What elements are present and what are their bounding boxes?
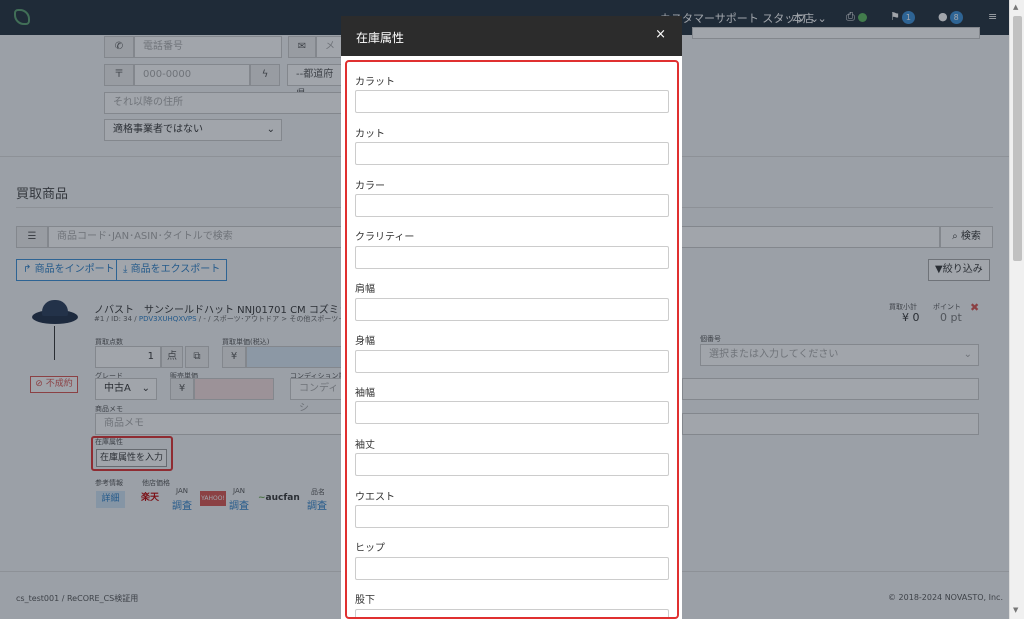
scrollbar-thumb[interactable] [1013, 16, 1022, 261]
attr-input-cut[interactable] [355, 142, 669, 165]
attr-label-cut: カット [355, 129, 385, 140]
attr-label-body-width: 身幅 [355, 336, 375, 347]
stock-attributes-modal: 在庫属性 × カラット カット カラー クラリティー 肩幅 身幅 袖幅 袖丈 ウ… [341, 16, 682, 619]
attr-input-waist[interactable] [355, 505, 669, 528]
close-icon[interactable]: × [655, 27, 666, 42]
attr-label-color: カラー [355, 181, 385, 192]
page-scrollbar[interactable]: ▲ ▼ [1009, 0, 1024, 619]
attr-input-clarity[interactable] [355, 246, 669, 269]
modal-title: 在庫属性 [356, 31, 405, 45]
attr-label-carat: カラット [355, 77, 395, 88]
attr-input-color[interactable] [355, 194, 669, 217]
attr-label-shoulder-width: 肩幅 [355, 284, 375, 295]
scroll-down-arrow-icon[interactable]: ▼ [1013, 606, 1018, 614]
attr-label-hip: ヒップ [355, 543, 385, 554]
modal-body: カラット カット カラー クラリティー 肩幅 身幅 袖幅 袖丈 ウエスト ヒップ… [345, 60, 679, 619]
scroll-up-arrow-icon[interactable]: ▲ [1013, 3, 1018, 11]
attr-input-sleeve-width[interactable] [355, 401, 669, 424]
attr-label-sleeve-width: 袖幅 [355, 388, 375, 399]
attr-input-sleeve-length[interactable] [355, 453, 669, 476]
modal-header: 在庫属性 × [341, 16, 682, 56]
attr-input-inseam[interactable] [355, 609, 669, 617]
attr-input-carat[interactable] [355, 90, 669, 113]
attr-label-clarity: クラリティー [355, 232, 415, 243]
attr-label-inseam: 股下 [355, 595, 375, 606]
attr-label-waist: ウエスト [355, 492, 395, 503]
attr-label-sleeve-length: 袖丈 [355, 440, 375, 451]
attr-input-body-width[interactable] [355, 350, 669, 373]
attr-input-hip[interactable] [355, 557, 669, 580]
attr-input-shoulder-width[interactable] [355, 298, 669, 321]
